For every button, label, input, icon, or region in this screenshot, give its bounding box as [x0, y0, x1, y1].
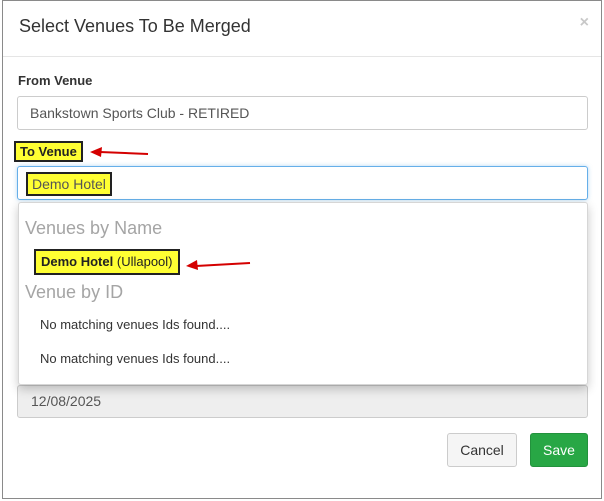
to-venue-label: To Venue [14, 141, 83, 162]
close-icon[interactable]: × [580, 15, 589, 31]
date-field[interactable]: 12/08/2025 [17, 385, 588, 418]
modal-title: Select Venues To Be Merged [19, 16, 251, 36]
venues-by-name-header: Venues by Name [25, 218, 163, 238]
no-match-message: No matching venues Ids found.... [40, 351, 231, 366]
annotation-arrow-icon [186, 260, 251, 270]
from-venue-field[interactable]: Bankstown Sports Club - RETIRED [17, 96, 588, 130]
no-match-message: No matching venues Ids found.... [40, 317, 231, 332]
cancel-button[interactable]: Cancel [447, 433, 517, 467]
from-venue-label: From Venue [18, 73, 93, 88]
venue-by-id-header: Venue by ID [25, 282, 124, 302]
venue-option-name: Demo Hotel [41, 254, 114, 269]
to-venue-input[interactable]: Demo Hotel [17, 166, 588, 200]
venue-option-location: (Ullapool) [116, 254, 173, 269]
modal-header: Select Venues To Be Merged × [3, 1, 601, 57]
to-venue-input-value: Demo Hotel [26, 172, 112, 196]
annotation-arrow-icon [90, 147, 149, 157]
venue-option-demo-hotel[interactable]: Demo Hotel (Ullapool) [34, 249, 180, 275]
venue-suggestions-dropdown: Venues by Name Demo Hotel (Ullapool) Ven… [18, 202, 588, 385]
save-button[interactable]: Save [530, 433, 588, 467]
